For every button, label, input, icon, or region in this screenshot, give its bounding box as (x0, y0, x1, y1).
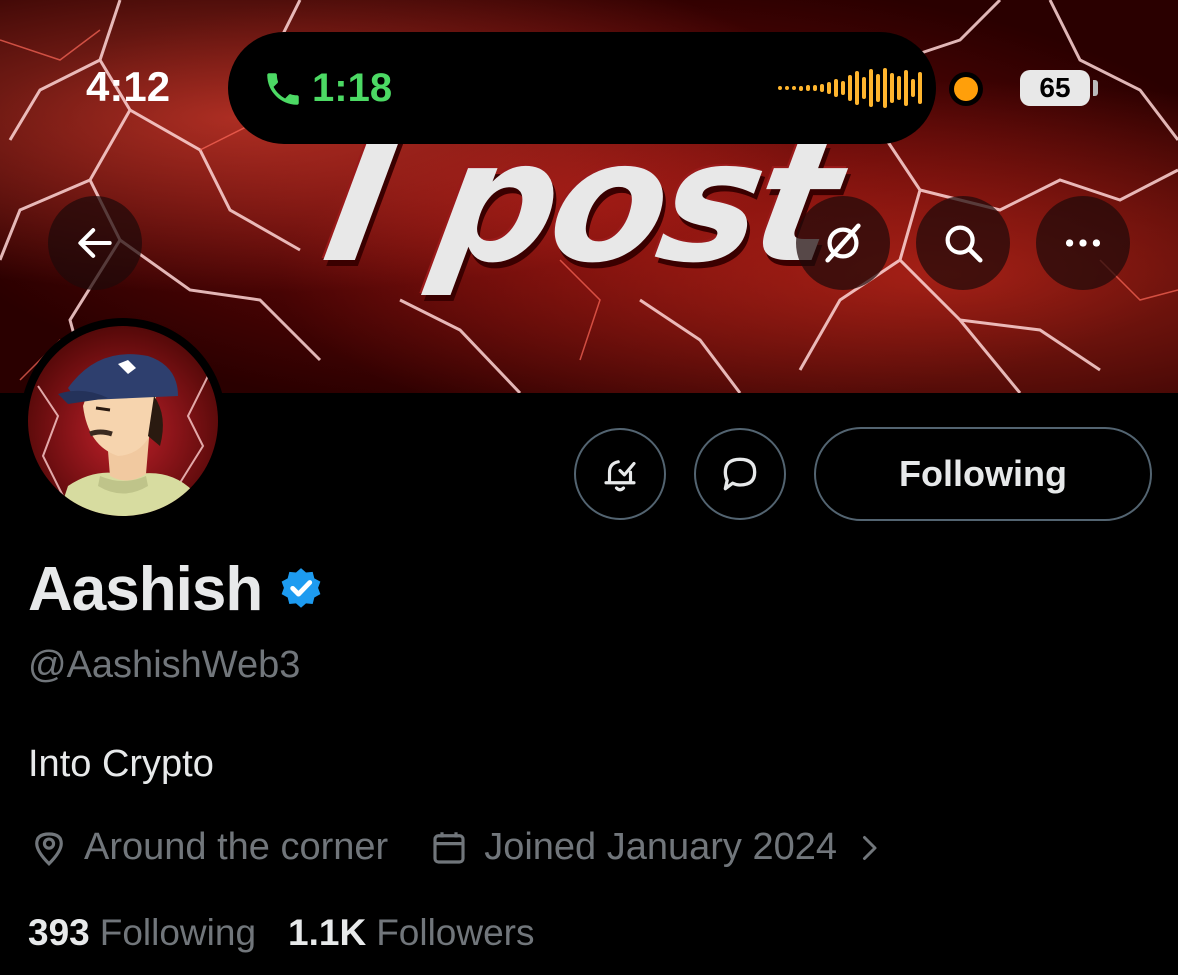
followers-label: Followers (376, 912, 535, 953)
back-button[interactable] (48, 196, 142, 290)
call-duration: 1:18 (312, 66, 393, 110)
following-stat-link[interactable]: 393 Following (28, 912, 256, 954)
status-time: 4:12 (86, 63, 171, 110)
notifications-button[interactable] (574, 428, 666, 520)
following-label: Following (99, 912, 257, 953)
profile-meta: Around the corner Joined January 2024 (28, 826, 887, 869)
message-icon (723, 457, 757, 491)
following-button[interactable]: Following (814, 427, 1152, 521)
verified-badge-icon[interactable] (276, 565, 326, 615)
profile-handle: @AashishWeb3 (28, 644, 301, 686)
following-count: 393 (28, 912, 90, 953)
profile-name-row: Aashish (28, 554, 326, 625)
location-pin-icon (35, 831, 63, 866)
search-icon (945, 225, 983, 263)
dynamic-island[interactable]: 1:18 (228, 32, 936, 144)
avatar-image (28, 326, 218, 516)
profile-stats: 393 Following 1.1K Followers (28, 912, 567, 954)
profile-location: Around the corner (84, 826, 389, 868)
chevron-right-icon[interactable] (851, 830, 887, 866)
phone-icon (267, 73, 299, 105)
battery-indicator: 65 (1020, 70, 1090, 106)
more-button[interactable] (1036, 196, 1130, 290)
grok-button[interactable] (796, 196, 890, 290)
privacy-indicator-dot (954, 77, 978, 101)
bell-check-icon (604, 460, 636, 492)
followers-stat-link[interactable]: 1.1K Followers (288, 912, 534, 954)
arrow-left-icon (78, 228, 112, 258)
message-button[interactable] (694, 428, 786, 520)
grok-icon (825, 223, 861, 263)
more-icon (1065, 239, 1101, 247)
followers-count: 1.1K (288, 912, 367, 953)
avatar[interactable] (20, 318, 226, 524)
calendar-icon (433, 831, 465, 864)
audio-waveform (778, 68, 922, 108)
search-button[interactable] (916, 196, 1010, 290)
profile-name: Aashish (28, 555, 263, 624)
profile-bio: Into Crypto (28, 743, 214, 785)
profile-joined: Joined January 2024 (484, 826, 838, 868)
battery-tip (1093, 80, 1098, 96)
